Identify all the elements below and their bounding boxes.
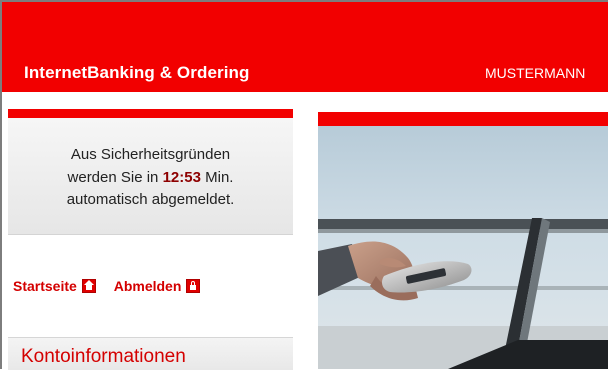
session-line-2-prefix: werden Sie in <box>67 168 163 186</box>
logout-link[interactable]: Abmelden <box>114 278 201 294</box>
user-name: MUSTERMANN <box>485 65 586 81</box>
app-title: InternetBanking & Ordering <box>24 63 250 82</box>
home-link[interactable]: Startseite <box>13 278 96 294</box>
home-icon[interactable] <box>81 279 96 293</box>
content-accent-bar <box>318 112 608 126</box>
session-line-2-suffix: Min. <box>200 168 234 186</box>
logout-link-label: Abmelden <box>113 278 182 294</box>
quick-links: Startseite Abmelden <box>13 278 201 294</box>
session-line-2: werden Sie in 12:53 Min. <box>8 167 293 190</box>
sidebar-section-title: Kontoinformationen <box>21 346 186 367</box>
session-countdown: 12:53 <box>162 168 201 186</box>
session-timeout-text: Aus Sicherheitsgründen werden Sie in 12:… <box>8 144 293 212</box>
lock-icon[interactable] <box>186 279 201 293</box>
session-line-1: Aus Sicherheitsgründen <box>70 146 231 163</box>
hero-photo-illustration <box>318 126 608 369</box>
hero-image <box>318 126 608 369</box>
top-header: InternetBanking & Ordering MUSTERMANN <box>2 2 608 92</box>
sidebar-section-header[interactable]: Kontoinformationen <box>8 337 293 370</box>
sidebar-accent-bar <box>8 109 293 118</box>
home-link-label: Startseite <box>13 278 77 294</box>
session-line-3: automatisch abgemeldet. <box>66 191 235 208</box>
session-timeout-box: Aus Sicherheitsgründen werden Sie in 12:… <box>8 118 293 235</box>
